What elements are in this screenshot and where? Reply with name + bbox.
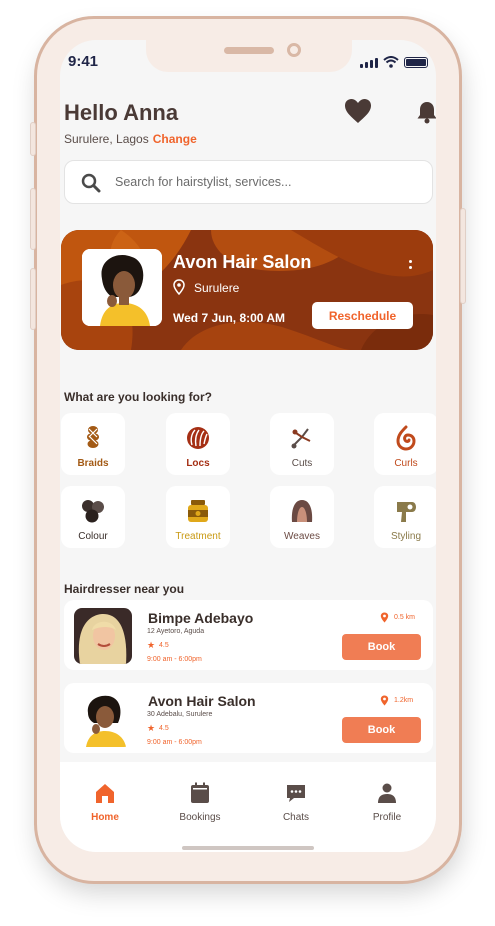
appointment-location: Surulere [194,281,240,295]
book-button[interactable]: Book [342,634,421,660]
category-label: Locs [186,458,210,469]
speaker-grill [224,47,274,54]
palette-icon [82,500,104,523]
location-pin-icon [380,695,389,706]
salon-photo [82,249,162,326]
location-text: Surulere, Lagos [64,132,149,146]
category-treatment[interactable]: Treatment [166,486,230,548]
appointment-salon-name: Avon Hair Salon [173,252,312,272]
category-label: Treatment [175,531,221,542]
category-locs[interactable]: Locs [166,413,230,475]
tab-chats[interactable]: Chats [261,782,331,823]
category-cuts[interactable]: Cuts [270,413,334,475]
book-button[interactable]: Book [342,717,421,743]
hairdresser-hours: 9:00 am - 6:00pm [147,739,202,746]
braid-icon [87,426,99,448]
category-colour[interactable]: Colour [61,486,125,548]
locs-icon [187,427,209,449]
hairdresser-name: Bimpe Adebayo [148,610,254,626]
reschedule-button[interactable]: Reschedule [312,302,413,329]
upcoming-appointment-card[interactable]: Avon Hair Salon Surulere Wed 7 Jun, 8:00… [61,230,433,350]
bottom-tab-bar: Home Bookings Chats Profile [60,762,436,852]
tab-label: Home [91,812,119,823]
search-bar[interactable] [64,160,433,204]
location-pin-icon [380,612,389,623]
change-location-link[interactable]: Change [153,132,197,146]
wig-icon [291,500,313,522]
battery-icon [404,57,428,68]
signal-icon [360,58,378,68]
hairdresser-distance: 1.2km [394,697,414,704]
favorites-heart-icon[interactable] [344,98,372,124]
scissors-icon [291,428,311,449]
hairdresser-photo [74,691,132,747]
nearby-heading: Hairdresser near you [64,582,185,596]
home-indicator[interactable] [182,846,314,850]
status-time: 9:41 [68,53,99,70]
front-camera [287,43,301,57]
category-label: Weaves [284,531,320,542]
star-icon: ★ [147,640,156,650]
hairdryer-icon [397,502,416,522]
notification-bell-icon[interactable] [416,100,436,124]
hairdresser-distance: 0.5 km [394,614,416,621]
category-weaves[interactable]: Weaves [270,486,334,548]
category-braids[interactable]: Braids [61,413,125,475]
category-label: Cuts [291,458,313,469]
hairdresser-address: 12 Ayetoro, Aguda [147,628,205,635]
location-pin-icon [173,279,185,295]
category-label: Curls [394,458,418,469]
side-button-volume-down [30,268,36,330]
hairdresser-rating: 4.5 [159,642,169,649]
tab-label: Chats [282,812,310,823]
appointment-datetime: Wed 7 Jun, 8:00 AM [173,311,286,325]
tab-label: Profile [372,812,402,823]
user-icon [378,783,396,803]
hairdresser-photo [74,608,132,664]
tab-label: Bookings [179,812,221,823]
search-icon [81,173,101,193]
greeting-title: Hello Anna [64,100,179,125]
side-button-power [460,208,466,304]
curl-icon [396,425,416,451]
tab-home[interactable]: Home [70,782,140,823]
phone-notch [146,40,352,72]
calendar-icon [191,782,209,803]
tab-profile[interactable]: Profile [352,782,422,823]
wifi-icon [383,56,399,68]
category-label: Braids [77,458,109,469]
hairdresser-card[interactable]: Bimpe Adebayo 12 Ayetoro, Aguda ★ 4.5 9:… [64,600,433,670]
more-options-icon[interactable] [409,260,413,272]
hairdresser-hours: 9:00 am - 6:00pm [147,656,202,663]
hairdresser-address: 30 Adebalu, Surulere [147,711,213,718]
tab-bookings[interactable]: Bookings [165,782,235,823]
home-icon [96,784,114,803]
hairdresser-name: Avon Hair Salon [148,693,256,709]
hairdresser-rating: 4.5 [159,725,169,732]
star-icon: ★ [147,723,156,733]
categories-heading: What are you looking for? [64,390,213,404]
hairdresser-card[interactable]: Avon Hair Salon 30 Adebalu, Surulere ★ 4… [64,683,433,753]
category-curls[interactable]: Curls [374,413,436,475]
category-label: Styling [390,531,421,542]
app-screen: 9:41 Hello Anna Surulere, Lagos Change S… [60,40,436,852]
side-button-volume-up [30,188,36,250]
category-label: Colour [78,531,108,542]
side-button-mute [30,122,36,156]
chat-icon [287,785,305,802]
category-styling[interactable]: Styling [374,486,436,548]
jar-icon [188,500,208,522]
search-input[interactable] [115,161,415,203]
current-location: Surulere, Lagos Change [64,132,197,146]
status-icons [360,56,428,68]
